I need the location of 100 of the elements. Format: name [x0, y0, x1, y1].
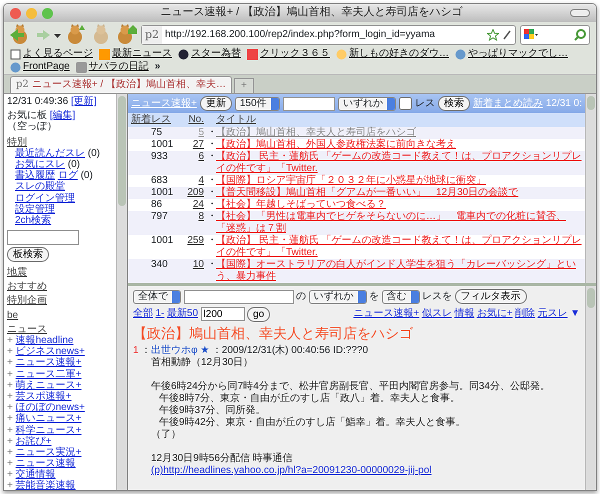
nav-link[interactable]: 削除	[515, 308, 536, 320]
search-field[interactable]	[282, 96, 335, 110]
bookmark-link[interactable]: FrontPage	[10, 61, 70, 73]
nav-link[interactable]: 1-	[156, 308, 164, 320]
sidebar-link[interactable]: ログ	[58, 170, 78, 182]
browser-tab[interactable]: p2 ニュース速報+ / 【政治】鳩山首相、幸夫…	[10, 76, 232, 93]
expand-toggle[interactable]: +	[7, 413, 13, 424]
scrollbar[interactable]	[585, 286, 596, 490]
filter-button[interactable]: フィルタ表示	[454, 289, 526, 304]
expand-toggle[interactable]: +	[7, 368, 13, 380]
expand-toggle[interactable]: +	[7, 335, 13, 346]
category-heading[interactable]: 特別企画	[7, 295, 47, 306]
refresh-link[interactable]: [更新]	[70, 96, 97, 107]
refresh-button[interactable]: 更新	[200, 96, 232, 111]
search-icon[interactable]	[574, 28, 586, 40]
thread-title-link[interactable]: 【政治】鳩山首相、外国人参政権法案に前向きな考え	[216, 139, 582, 151]
scope-dropdown[interactable]: 全体で	[133, 290, 181, 304]
board-link[interactable]: ニュース実況+	[16, 446, 82, 458]
zoom-button[interactable]	[42, 8, 53, 18]
board-link[interactable]: ニュース速報	[16, 458, 76, 470]
thread-title-link[interactable]: 【社会】年越しそばっていつ食べる？	[216, 199, 582, 211]
bookmark-link[interactable]: クリック３６５	[247, 48, 330, 60]
thread-number-link[interactable]: 27	[192, 139, 204, 150]
filter-field[interactable]	[184, 290, 294, 304]
nav-link[interactable]: 元スレ	[538, 308, 568, 320]
board-link[interactable]: ニュース二軍+	[16, 368, 82, 380]
sidebar-link[interactable]: お気にスレ	[15, 158, 65, 170]
toolbar-toggle-button[interactable]	[570, 9, 590, 17]
board-search-button[interactable]: 板検索	[7, 247, 49, 262]
scroll-down-link[interactable]: ▼	[570, 308, 580, 320]
thread-number-link[interactable]: 6	[198, 151, 204, 162]
thread-number-link[interactable]: 259	[187, 235, 204, 246]
sidebar-link[interactable]: 最近読んだスレ	[15, 148, 85, 159]
column-header[interactable]: No.	[188, 114, 204, 125]
expand-toggle[interactable]: +	[7, 436, 13, 447]
stop-icon[interactable]	[91, 24, 111, 46]
sidebar-link[interactable]: ログイン管理	[15, 192, 75, 204]
expand-toggle[interactable]: +	[7, 380, 13, 391]
thread-title-link[interactable]: 【国際】オーストラリアの白人がインド人学生を狙う「カレーバッシング」という、暴力事件	[216, 259, 582, 283]
board-link[interactable]: ビジネスnews+	[16, 346, 85, 358]
thread-title-link[interactable]: 【政治】 民主・蓮舫氏 「ゲームの改造コード教えて！は、プロアクションリプレイの件です」「Twitter.	[216, 235, 582, 259]
bookmark-link[interactable]: サバラの日記	[76, 61, 149, 73]
nav-link[interactable]: 全部	[133, 308, 153, 320]
bookmark-link[interactable]: やっぱりマックでし…	[455, 48, 568, 60]
board-link[interactable]: ほのぼのnews+	[16, 402, 85, 414]
thread-title-link[interactable]: 【社会】「男性は電車内でヒゲをそらないのに…」 電車内での化粧に賛否、「迷惑」は７割	[216, 211, 582, 235]
star-icon[interactable]	[487, 28, 499, 40]
match-dropdown[interactable]: いずれか	[338, 96, 396, 110]
bookmark-link[interactable]: 新しもの好きのダウ…	[336, 48, 449, 60]
thread-title-link[interactable]: 【国際】ロシア宇宙庁「２０３２年に小惑星が地球に衝突」	[216, 175, 582, 187]
res-checkbox[interactable]	[398, 97, 412, 110]
category-heading[interactable]: be	[7, 310, 18, 321]
home-icon[interactable]	[115, 24, 137, 46]
go-button[interactable]: go	[247, 306, 270, 322]
search-field[interactable]	[520, 24, 590, 44]
board-link[interactable]: 芸スポ速報+	[16, 390, 72, 402]
board-link[interactable]: 芸能音楽速報	[16, 480, 76, 490]
nav-link[interactable]: ニュース速報+	[353, 308, 420, 320]
nav-link[interactable]: 情報	[454, 308, 474, 320]
expand-toggle[interactable]: +	[7, 446, 13, 458]
thread-number-link[interactable]: 209	[187, 187, 204, 198]
bookmark-link[interactable]: 最新ニュース	[99, 48, 172, 60]
expand-toggle[interactable]: +	[7, 402, 13, 414]
board-link[interactable]: 科学ニュース+	[16, 424, 82, 436]
expand-toggle[interactable]: +	[7, 480, 13, 490]
expand-toggle[interactable]: +	[7, 458, 13, 470]
expand-toggle[interactable]: +	[7, 469, 13, 480]
nav-link[interactable]: 似スレ	[422, 308, 452, 320]
scrollbar[interactable]	[585, 94, 596, 283]
source-link[interactable]: http://headlines.yahoo.co.jp/hl?a=20091230-00000029-jij-pol	[163, 465, 432, 476]
sidebar-link[interactable]: 書込履歴	[15, 170, 55, 182]
expand-toggle[interactable]: +	[7, 357, 13, 368]
thread-number-link[interactable]: 4	[198, 175, 204, 186]
nav-link[interactable]: 最新50	[166, 308, 198, 320]
board-link[interactable]: 痛いニュース+	[16, 413, 82, 424]
expand-toggle[interactable]: +	[7, 424, 13, 436]
thread-title-link[interactable]: 【普天間移設】鳩山首相「グアムが一番いい」 12月30日の会談で	[216, 187, 582, 199]
address-bar[interactable]: p2 http://192.168.200.100/rep2/index.php?form_login_id=yyama	[141, 24, 516, 44]
board-link[interactable]: 速報headline	[16, 335, 74, 346]
bookmark-link[interactable]: スター為替	[178, 48, 241, 60]
thread-number-link[interactable]: 8	[198, 211, 204, 222]
scrollbar[interactable]	[116, 94, 127, 490]
expand-toggle[interactable]: +	[7, 390, 13, 402]
match-dropdown[interactable]: いずれか	[308, 290, 366, 304]
sidebar-link[interactable]: スレの殿堂	[15, 181, 65, 192]
range-field[interactable]: l200	[200, 307, 245, 321]
category-heading[interactable]: 地震	[7, 267, 27, 278]
sidebar-link[interactable]: 2ch検索	[15, 214, 52, 226]
search-engine-icon[interactable]	[524, 28, 538, 40]
thread-title-link[interactable]: 【政治】 民主・蓮舫氏 「ゲームの改造コード教えて！は、プロアクションリプレイの件です」「Twitter.	[216, 151, 582, 175]
board-link[interactable]: 萌えニュース+	[16, 380, 82, 391]
mode-dropdown[interactable]: 含む	[382, 290, 420, 304]
expand-toggle[interactable]: +	[7, 346, 13, 358]
bookmark-link[interactable]: よく見るページ	[10, 48, 93, 60]
column-header[interactable]: レス	[151, 114, 171, 125]
nav-link[interactable]: お気に+	[476, 308, 513, 320]
column-header[interactable]: タイトル	[216, 114, 256, 125]
count-dropdown[interactable]: 150件	[234, 96, 280, 110]
more-bookmarks-button[interactable]: »	[154, 61, 160, 73]
sidebar-link[interactable]: 設定管理	[15, 204, 55, 215]
